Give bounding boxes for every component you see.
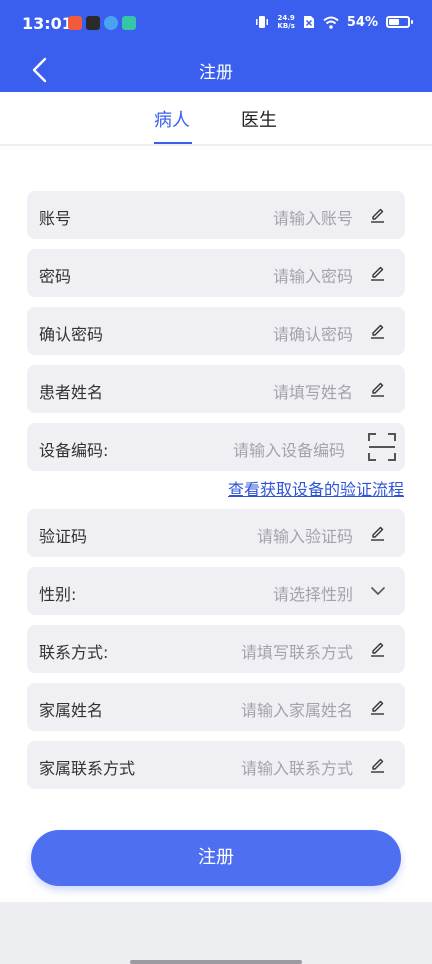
bottom-area [0, 902, 432, 964]
account-input[interactable]: 请输入账号 [273, 205, 353, 229]
verification-code-label: 验证码 [39, 527, 88, 546]
pencil-icon[interactable] [369, 698, 387, 716]
password-label: 密码 [39, 267, 72, 286]
notification-icon-1 [68, 16, 82, 30]
pencil-icon[interactable] [369, 524, 387, 542]
tab-patient[interactable]: 病人 [154, 106, 190, 132]
status-bar: 13:01 24.9 KB/s 54% [0, 0, 432, 48]
chevron-down-icon[interactable] [369, 582, 387, 600]
patient-name-input[interactable]: 请填写姓名 [273, 379, 353, 403]
page-title: 注册 [199, 63, 233, 83]
verification-code-field[interactable]: 验证码 请输入验证码 [27, 509, 405, 557]
notification-icon-3 [104, 16, 118, 30]
network-speed-value: 24.9 [277, 14, 295, 22]
register-button[interactable]: 注册 [31, 830, 401, 886]
pencil-icon[interactable] [369, 264, 387, 282]
device-code-input[interactable]: 请输入设备编码 [233, 437, 345, 461]
notification-icon-2 [86, 16, 100, 30]
contact-label: 联系方式: [39, 643, 109, 662]
confirm-password-input[interactable]: 请确认密码 [273, 321, 353, 345]
contact-field[interactable]: 联系方式: 请填写联系方式 [27, 625, 405, 673]
confirm-password-label: 确认密码 [39, 325, 104, 344]
status-time: 13:01 [22, 14, 73, 33]
pencil-icon[interactable] [369, 322, 387, 340]
device-code-label: 设备编码: [39, 441, 109, 460]
home-indicator[interactable] [130, 960, 302, 964]
pencil-icon[interactable] [369, 756, 387, 774]
status-right-group: 24.9 KB/s 54% [255, 14, 413, 30]
pencil-icon[interactable] [369, 206, 387, 224]
family-name-field[interactable]: 家属姓名 请输入家属姓名 [27, 683, 405, 731]
network-speed-unit: KB/s [277, 22, 295, 30]
family-contact-input[interactable]: 请输入联系方式 [241, 755, 353, 779]
pencil-icon[interactable] [369, 380, 387, 398]
wifi-icon [323, 16, 339, 29]
notification-icon-4 [122, 16, 136, 30]
password-field[interactable]: 密码 请输入密码 [27, 249, 405, 297]
family-contact-field[interactable]: 家属联系方式 请输入联系方式 [27, 741, 405, 789]
nav-bar: 注册 [0, 48, 432, 92]
gender-field[interactable]: 性别: 请选择性别 [27, 567, 405, 615]
scan-icon[interactable] [367, 432, 397, 462]
role-tabs: 病人 医生 [0, 92, 432, 146]
patient-name-label: 患者姓名 [39, 383, 104, 402]
vibrate-icon [256, 16, 269, 28]
verification-code-input[interactable]: 请输入验证码 [257, 523, 353, 547]
network-speed: 24.9 KB/s [277, 14, 294, 30]
battery-percent: 54% [346, 14, 378, 30]
family-contact-label: 家属联系方式 [39, 759, 136, 778]
password-input[interactable]: 请输入密码 [273, 263, 353, 287]
battery-fill [389, 19, 399, 25]
battery-icon [386, 16, 413, 28]
register-form: 账号 请输入账号 密码 请输入密码 确认密码 请确认密码 患者姓名 请填写姓名 … [0, 146, 432, 902]
gender-label: 性别: [39, 585, 77, 604]
patient-name-field[interactable]: 患者姓名 请填写姓名 [27, 365, 405, 413]
account-label: 账号 [39, 209, 72, 228]
contact-input[interactable]: 请填写联系方式 [241, 639, 353, 663]
verify-process-link[interactable]: 查看获取设备的验证流程 [228, 476, 404, 500]
tab-doctor[interactable]: 医生 [241, 106, 277, 132]
family-name-input[interactable]: 请输入家属姓名 [241, 697, 353, 721]
confirm-password-field[interactable]: 确认密码 请确认密码 [27, 307, 405, 355]
no-sim-icon [303, 16, 314, 28]
account-field[interactable]: 账号 请输入账号 [27, 191, 405, 239]
gender-select[interactable]: 请选择性别 [273, 581, 353, 605]
device-code-field[interactable]: 设备编码: 请输入设备编码 [27, 423, 405, 471]
family-name-label: 家属姓名 [39, 701, 104, 720]
tab-active-indicator [154, 142, 192, 144]
pencil-icon[interactable] [369, 640, 387, 658]
